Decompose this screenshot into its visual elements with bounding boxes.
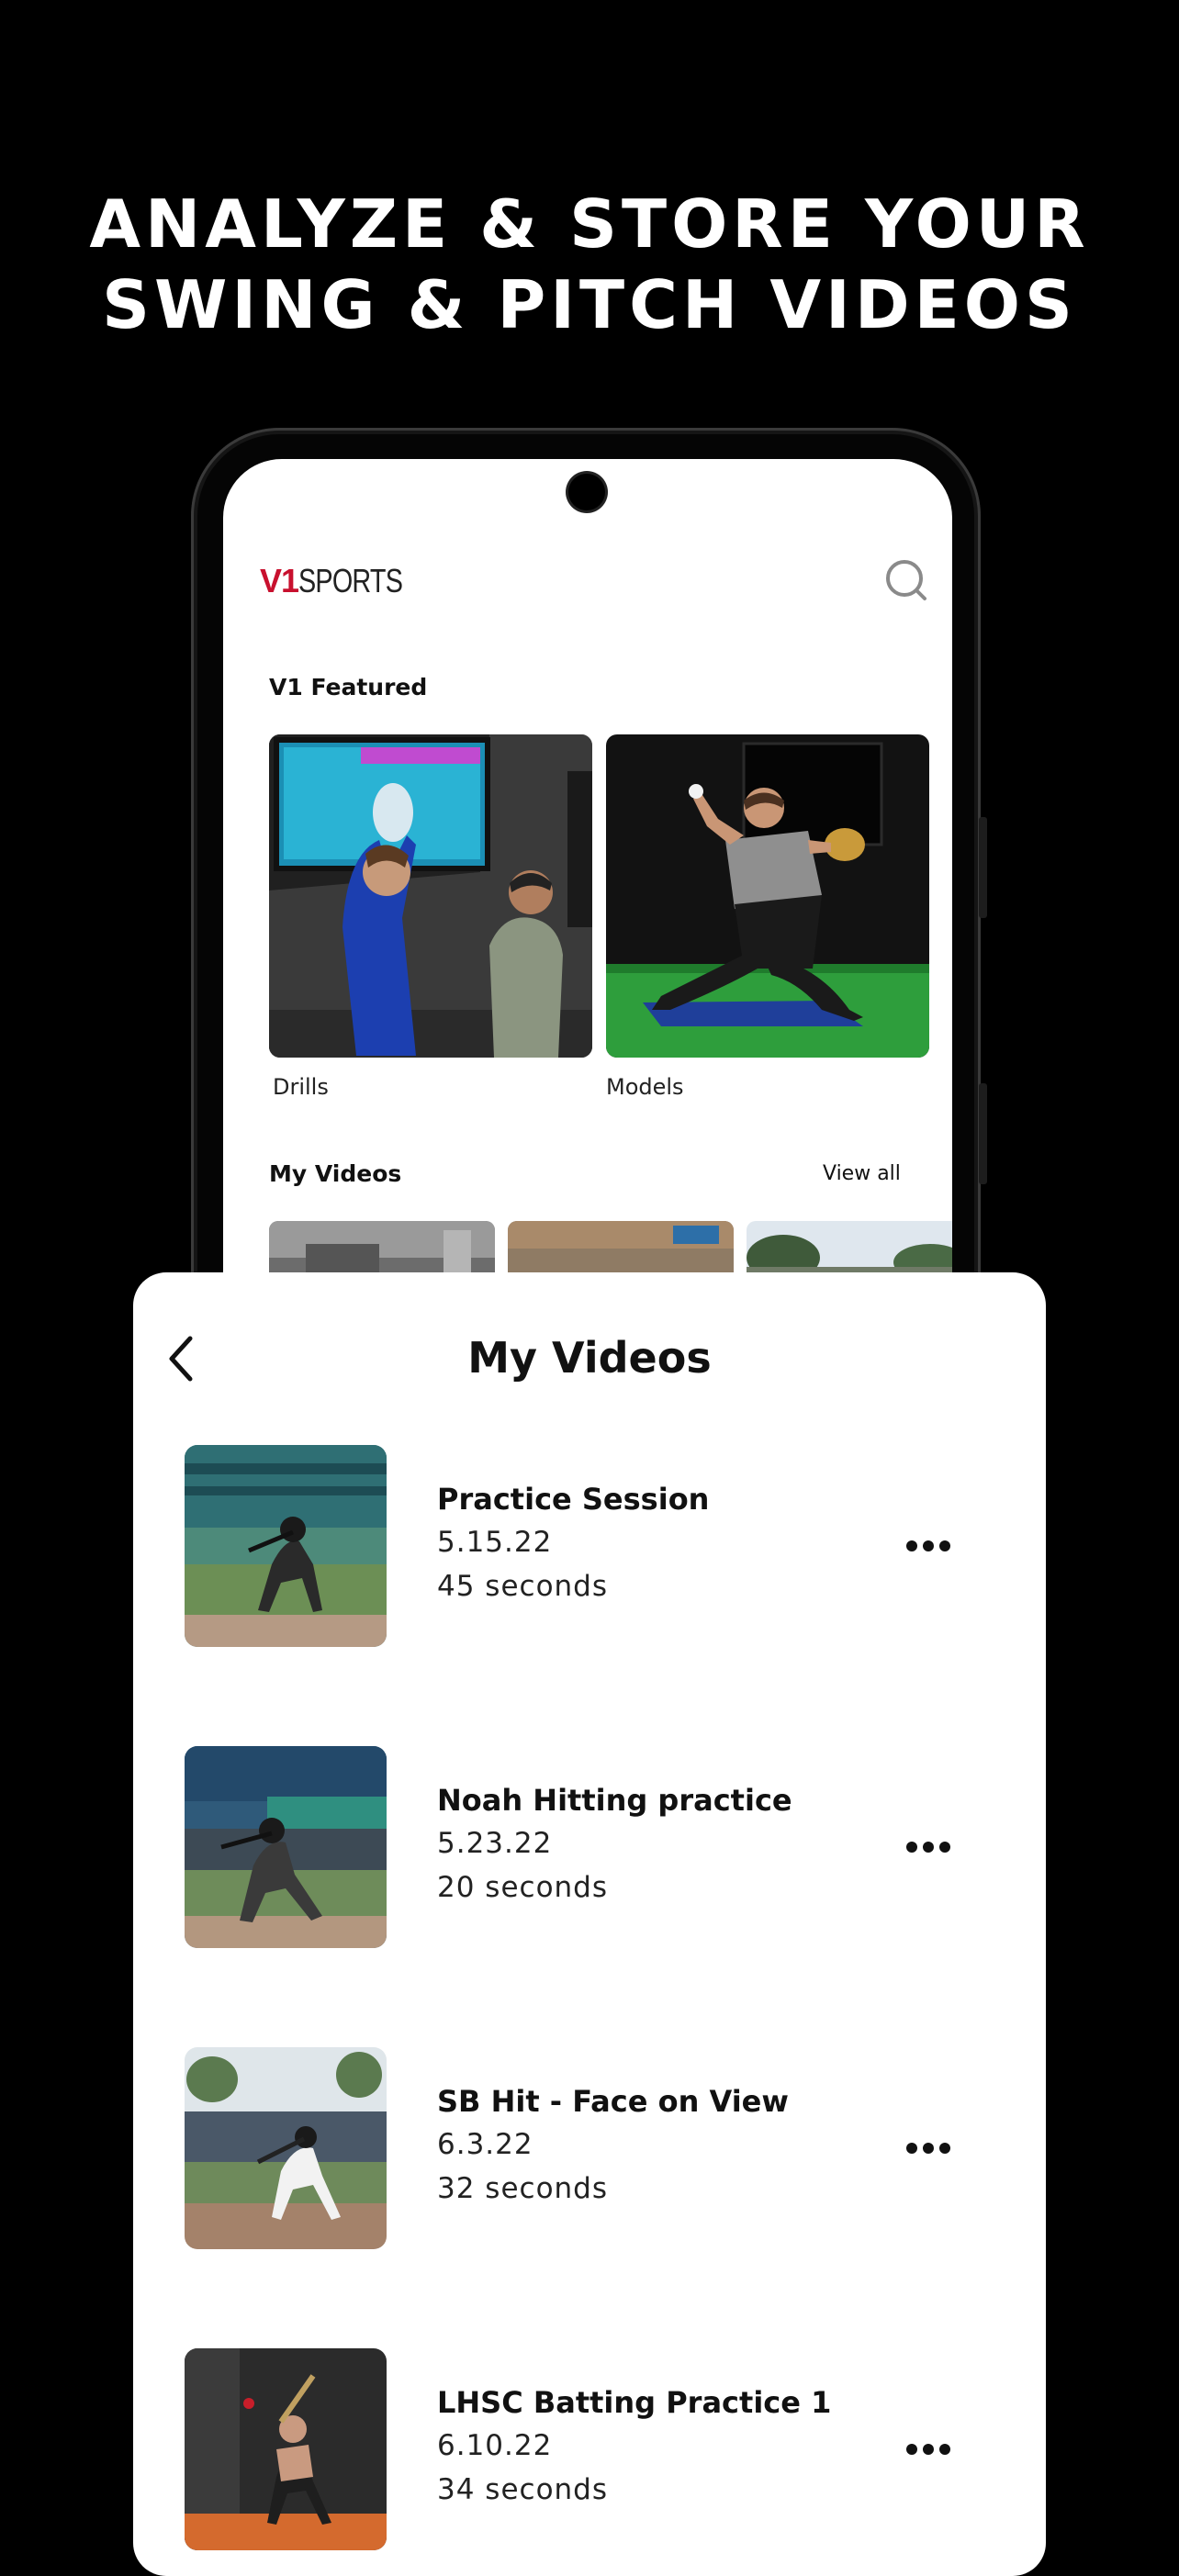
drills-thumbnail xyxy=(269,734,592,1058)
video-duration: 34 seconds xyxy=(437,2473,609,2506)
more-horizontal-icon xyxy=(906,1842,950,1853)
power-button xyxy=(979,1083,987,1184)
featured-card-models[interactable] xyxy=(606,734,929,1058)
models-thumbnail xyxy=(606,734,929,1058)
my-videos-sheet: My Videos Practice Session 5.15.22 45 se… xyxy=(133,1272,1046,2576)
more-options-button[interactable] xyxy=(901,1529,956,1562)
my-videos-section-title: My Videos xyxy=(269,1160,402,1187)
featured-label-drills: Drills xyxy=(273,1074,329,1100)
more-options-button[interactable] xyxy=(901,1831,956,1864)
more-horizontal-icon xyxy=(906,1540,950,1551)
logo-v1: V1 xyxy=(260,562,299,599)
video-title: Practice Session xyxy=(437,1482,710,1517)
batter-thumbnail xyxy=(185,2047,387,2249)
video-title: SB Hit - Face on View xyxy=(437,2084,789,2119)
batter-thumbnail xyxy=(185,1746,387,1948)
volume-button xyxy=(979,817,987,918)
featured-card-drills[interactable] xyxy=(269,734,592,1058)
more-options-button[interactable] xyxy=(901,2132,956,2165)
video-duration: 20 seconds xyxy=(437,1871,609,1904)
v1-sports-logo: V1SPORTS xyxy=(260,562,428,600)
video-thumbnail[interactable] xyxy=(185,1445,387,1647)
video-thumbnail[interactable] xyxy=(185,2348,387,2550)
video-row[interactable]: SB Hit - Face on View 6.3.22 32 seconds xyxy=(185,2047,1011,2249)
headline-line-2: SWING & PITCH VIDEOS xyxy=(102,266,1077,343)
video-date: 5.15.22 xyxy=(437,1526,553,1559)
video-date: 6.10.22 xyxy=(437,2429,553,2462)
search-button[interactable] xyxy=(884,558,928,602)
headline-line-1: ANALYZE & STORE YOUR xyxy=(89,185,1090,263)
video-title: Noah Hitting practice xyxy=(437,1783,792,1818)
more-options-button[interactable] xyxy=(901,2433,956,2466)
camera-hole xyxy=(568,474,605,510)
marketing-headline: ANALYZE & STORE YOUR SWING & PITCH VIDEO… xyxy=(0,184,1179,345)
video-title: LHSC Batting Practice 1 xyxy=(437,2385,832,2420)
logo-sports: SPORTS xyxy=(298,562,403,599)
more-horizontal-icon xyxy=(906,2143,950,2154)
video-row[interactable]: Practice Session 5.15.22 45 seconds xyxy=(185,1445,1011,1647)
batter-thumbnail xyxy=(185,2348,387,2550)
video-row[interactable]: LHSC Batting Practice 1 6.10.22 34 secon… xyxy=(185,2348,1011,2550)
sheet-title: My Videos xyxy=(467,1333,712,1383)
video-row[interactable]: Noah Hitting practice 5.23.22 20 seconds xyxy=(185,1746,1011,1948)
batter-thumbnail xyxy=(185,1445,387,1647)
featured-section-title: V1 Featured xyxy=(269,674,428,700)
video-date: 5.23.22 xyxy=(437,1827,553,1860)
video-duration: 45 seconds xyxy=(437,1570,609,1603)
video-thumbnail[interactable] xyxy=(185,1746,387,1948)
view-all-link[interactable]: View all xyxy=(823,1162,901,1185)
video-duration: 32 seconds xyxy=(437,2172,609,2205)
more-horizontal-icon xyxy=(906,2444,950,2455)
video-thumbnail[interactable] xyxy=(185,2047,387,2249)
featured-label-models: Models xyxy=(606,1074,684,1100)
search-icon xyxy=(886,560,926,600)
video-date: 6.3.22 xyxy=(437,2128,533,2161)
